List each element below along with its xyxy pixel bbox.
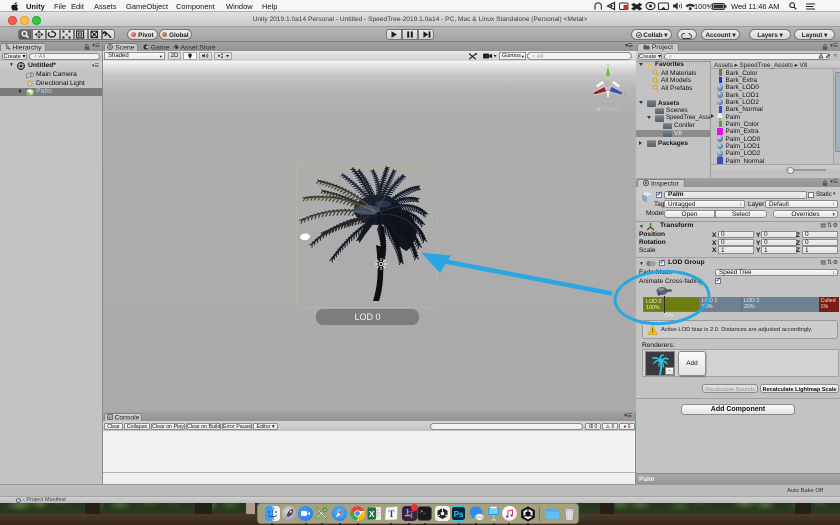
svg-text:Y: Y (607, 64, 610, 68)
svg-text:Z: Z (624, 92, 627, 96)
svg-text:!: ! (651, 328, 653, 335)
svg-text:>_: >_ (420, 509, 427, 515)
svg-text:AAA: AAA (475, 516, 483, 520)
svg-text:X: X (369, 509, 375, 519)
svg-text:T: T (388, 509, 394, 519)
